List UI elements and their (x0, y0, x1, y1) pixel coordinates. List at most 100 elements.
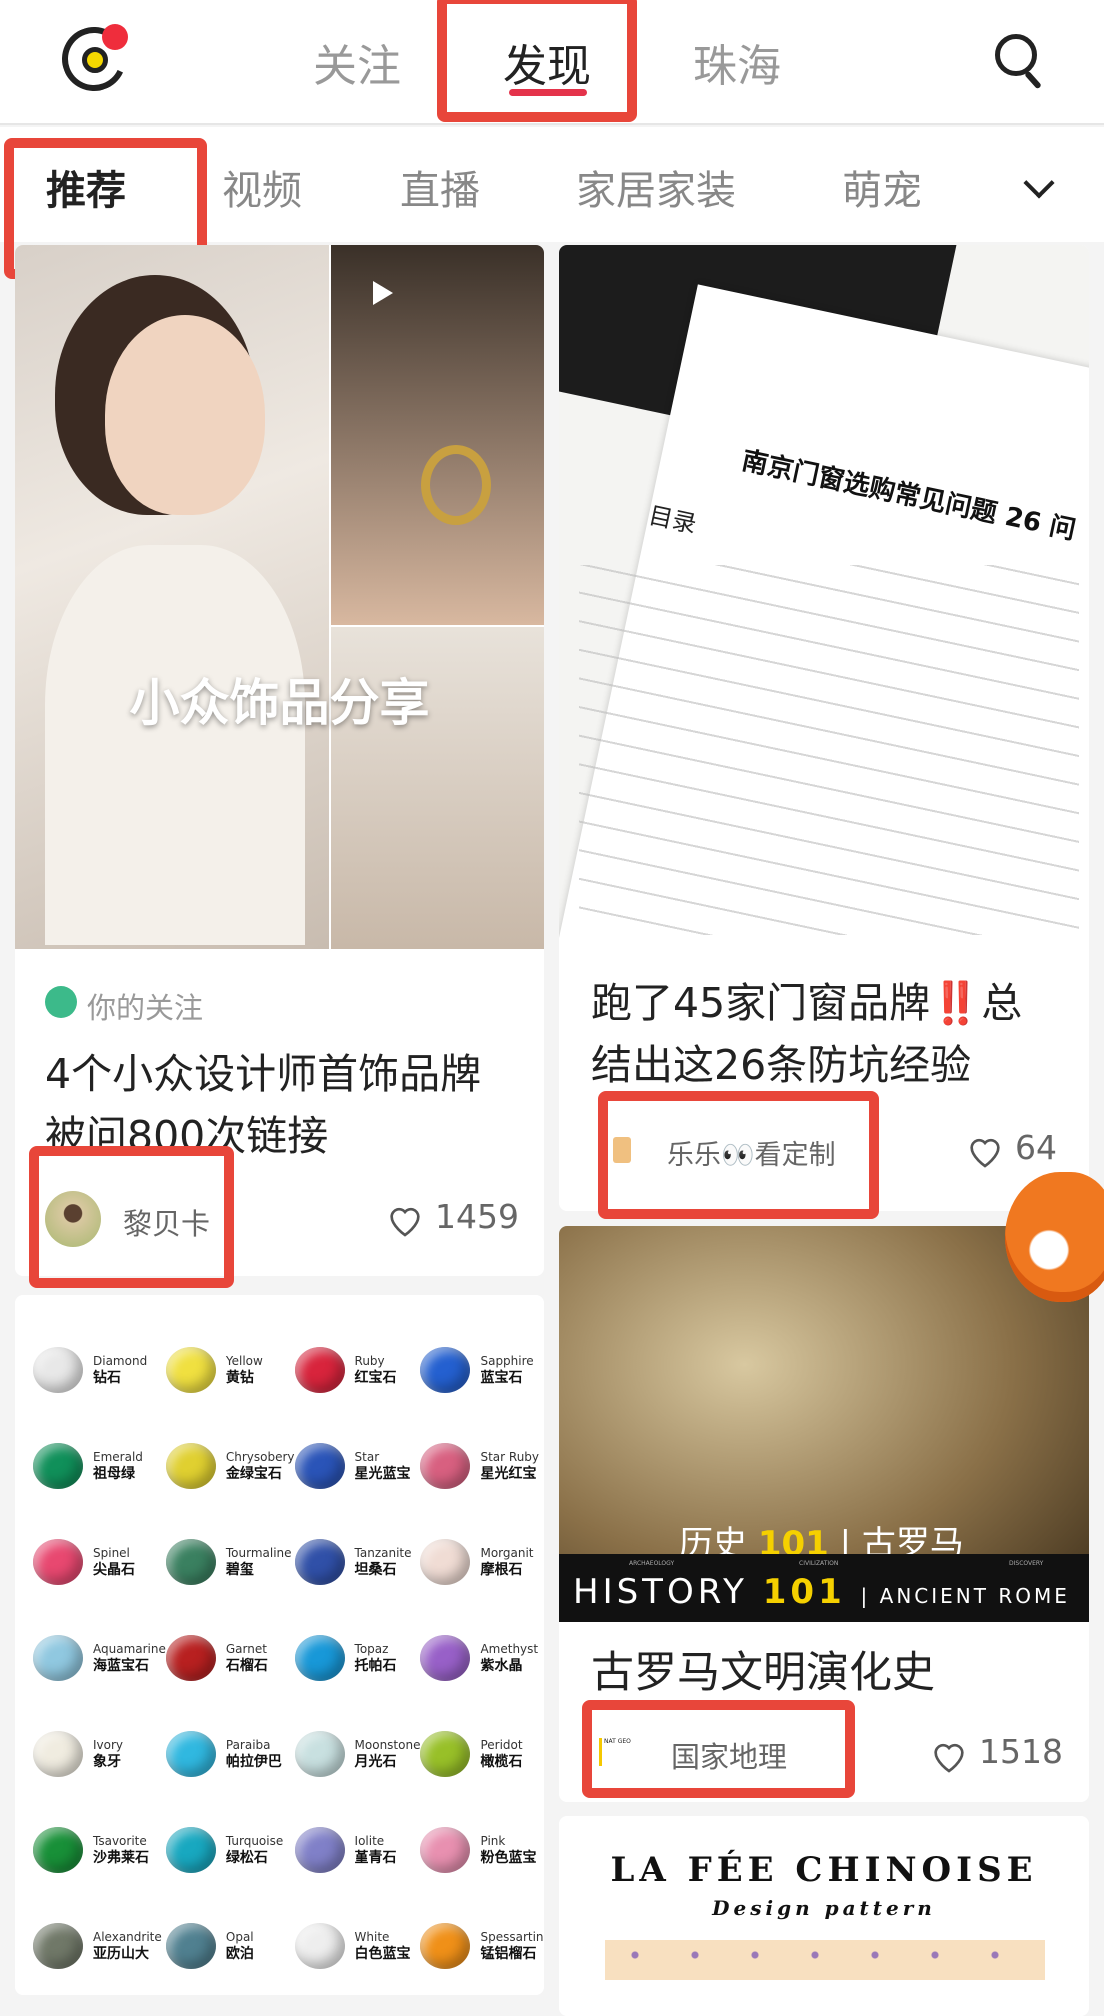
gem-name-en: Emerald (93, 1450, 143, 1464)
gem-name-en: Star Ruby (480, 1450, 540, 1464)
gem-name-cn: 橄榄石 (480, 1754, 523, 1770)
gem-label: Opal 欧泊 (226, 1929, 254, 1963)
gem-item: Opal 欧泊 (165, 1911, 295, 1981)
gem-name-en: Amethyst (480, 1642, 539, 1656)
play-icon (373, 281, 393, 305)
banner-num: 101 (762, 1572, 846, 1612)
gem-name-en: Alexandrite (93, 1930, 162, 1944)
gem-name-en: Spessartine (480, 1930, 544, 1944)
gem-item: Alexandrite 亚历山大 (33, 1911, 166, 1981)
post-title[interactable]: 古罗马文明演化史 (591, 1642, 935, 1704)
gem-chart: Diamond 钻石 Yellow 黄钻 Ruby 红宝石 Sapphire 蓝宝石 Emera… (15, 1295, 544, 1981)
feed-card-pattern[interactable]: LA FÉE CHINOISE Design pattern (559, 1816, 1089, 2016)
gem-swatch (165, 1539, 216, 1585)
gem-label: Yellow 黄钻 (226, 1353, 263, 1387)
gem-label: Diamond 钻石 (93, 1353, 147, 1387)
floral-pattern (605, 1940, 1045, 1980)
gem-name-en: Aquamarine (93, 1642, 166, 1656)
banner-tag: DISCOVERY (1009, 1560, 1044, 1567)
gem-label: Garnet 石榴石 (226, 1641, 268, 1675)
channel-video[interactable]: 视频 (222, 158, 302, 216)
gem-label: Pink 粉色蓝宝 (480, 1833, 536, 1867)
gem-swatch (165, 1635, 216, 1681)
earring (421, 445, 491, 525)
gem-swatch (165, 1827, 216, 1873)
gem-swatch (420, 1923, 471, 1969)
gem-name-en: Turquoise (225, 1834, 284, 1848)
feed-card-windows[interactable]: 南京门窗选购常见问题 26 问 目录 跑了45家门窗品牌‼️总结出这26条防坑经… (559, 245, 1089, 1211)
gem-name-en: Garnet (225, 1642, 267, 1656)
gem-name-cn: 绿松石 (225, 1850, 268, 1866)
gem-item: Tsavorite 沙弗莱石 (33, 1815, 166, 1885)
feed-card-jewelry[interactable]: 小众饰品分享 你的关注 4个小众设计师首饰品牌 被问800次链接 黎贝卡 145… (15, 245, 544, 1276)
cover-caption: 小众饰品分享 (129, 673, 430, 732)
gem-swatch (420, 1539, 471, 1585)
gem-swatch (33, 1539, 83, 1585)
gem-label: Tsavorite 沙弗莱石 (93, 1833, 149, 1867)
gem-label: Tanzanite 坦桑石 (355, 1545, 412, 1579)
gem-name-cn: 星光蓝宝 (354, 1466, 411, 1482)
cover-image-document: 南京门窗选购常见问题 26 问 目录 (559, 245, 1089, 949)
gem-item: Pink 粉色蓝宝 (420, 1815, 544, 1885)
highlight-box-author-2 (598, 1091, 879, 1219)
channel-pets[interactable]: 萌宠 (842, 158, 922, 216)
tab-local[interactable]: 珠海 (693, 30, 781, 94)
gem-name-en: Ruby (354, 1354, 385, 1368)
notification-dot (102, 24, 128, 50)
gem-name-en: Iolite (354, 1834, 385, 1848)
gem-item: Moonstone 月光石 (294, 1719, 421, 1789)
gem-name-cn: 尖晶石 (93, 1562, 135, 1578)
gem-name-en: Tourmaline (225, 1546, 292, 1560)
gem-swatch (33, 1347, 83, 1393)
tab-follow[interactable]: 关注 (313, 30, 401, 94)
gem-swatch (420, 1731, 471, 1777)
gem-label: Paraiba 帕拉伊巴 (226, 1737, 282, 1771)
gem-item: Peridot 橄榄石 (420, 1719, 544, 1789)
gem-name-cn: 红宝石 (354, 1370, 397, 1386)
gem-swatch (420, 1827, 471, 1873)
cover-image-left (15, 245, 329, 949)
search-icon[interactable] (995, 34, 1037, 76)
gem-item: White 白色蓝宝 (294, 1911, 421, 1981)
gem-name-en: Chrysobery (225, 1450, 295, 1464)
gem-item: Diamond 钻石 (33, 1335, 166, 1405)
feed-card-gems[interactable]: Diamond 钻石 Yellow 黄钻 Ruby 红宝石 Sapphire 蓝宝石 Emera… (15, 1295, 544, 1995)
heart-icon[interactable] (929, 1736, 969, 1776)
gem-label: Spessartine 锰铝榴石 (480, 1929, 544, 1963)
sweater (45, 545, 305, 945)
gem-label: White 白色蓝宝 (355, 1929, 411, 1963)
tiger-sticker[interactable] (1005, 1172, 1104, 1302)
gem-name-en: Opal (225, 1930, 254, 1944)
post-title[interactable]: 跑了45家门窗品牌‼️总结出这26条防坑经验 (591, 972, 1061, 1096)
gem-name-en: Diamond (93, 1354, 148, 1368)
gem-swatch (420, 1635, 471, 1681)
app-logo-center (82, 47, 108, 73)
gem-item: Garnet 石榴石 (165, 1623, 295, 1693)
gem-swatch (294, 1347, 345, 1393)
gem-label: Iolite 堇青石 (355, 1833, 397, 1867)
history-banner: ARCHAEOLOGY CIVILIZATION DISCOVERY HISTO… (559, 1554, 1089, 1622)
follow-badge-label: 你的关注 (87, 991, 204, 1025)
gem-name-en: Ivory (93, 1738, 124, 1752)
gem-name-en: Moonstone (354, 1738, 421, 1752)
banner-en: HISTORY (573, 1572, 748, 1612)
banner-en2: ANCIENT ROME (879, 1584, 1070, 1608)
gem-name-cn: 海蓝宝石 (93, 1658, 149, 1674)
gem-item: Aquamarine 海蓝宝石 (33, 1623, 166, 1693)
brand-title: LA FÉE CHINOISE (610, 1850, 1038, 1890)
heart-icon[interactable] (385, 1200, 425, 1240)
gem-label: Ruby 红宝石 (355, 1353, 397, 1387)
gem-item: Spinel 尖晶石 (33, 1527, 166, 1597)
gem-name-en: Yellow (225, 1354, 263, 1368)
heart-icon[interactable] (965, 1131, 1005, 1171)
gem-name-cn: 帕拉伊巴 (225, 1754, 282, 1770)
gem-name-en: Sapphire (480, 1354, 534, 1368)
channel-live[interactable]: 直播 (400, 158, 480, 216)
gem-name-cn: 钻石 (93, 1370, 121, 1386)
gem-name-cn: 石榴石 (225, 1658, 268, 1674)
person-figure (105, 315, 265, 515)
highlight-box-discover (437, 0, 637, 122)
gem-swatch (294, 1539, 345, 1585)
channel-home[interactable]: 家居家装 (576, 158, 736, 216)
gem-name-en: White (354, 1930, 390, 1944)
